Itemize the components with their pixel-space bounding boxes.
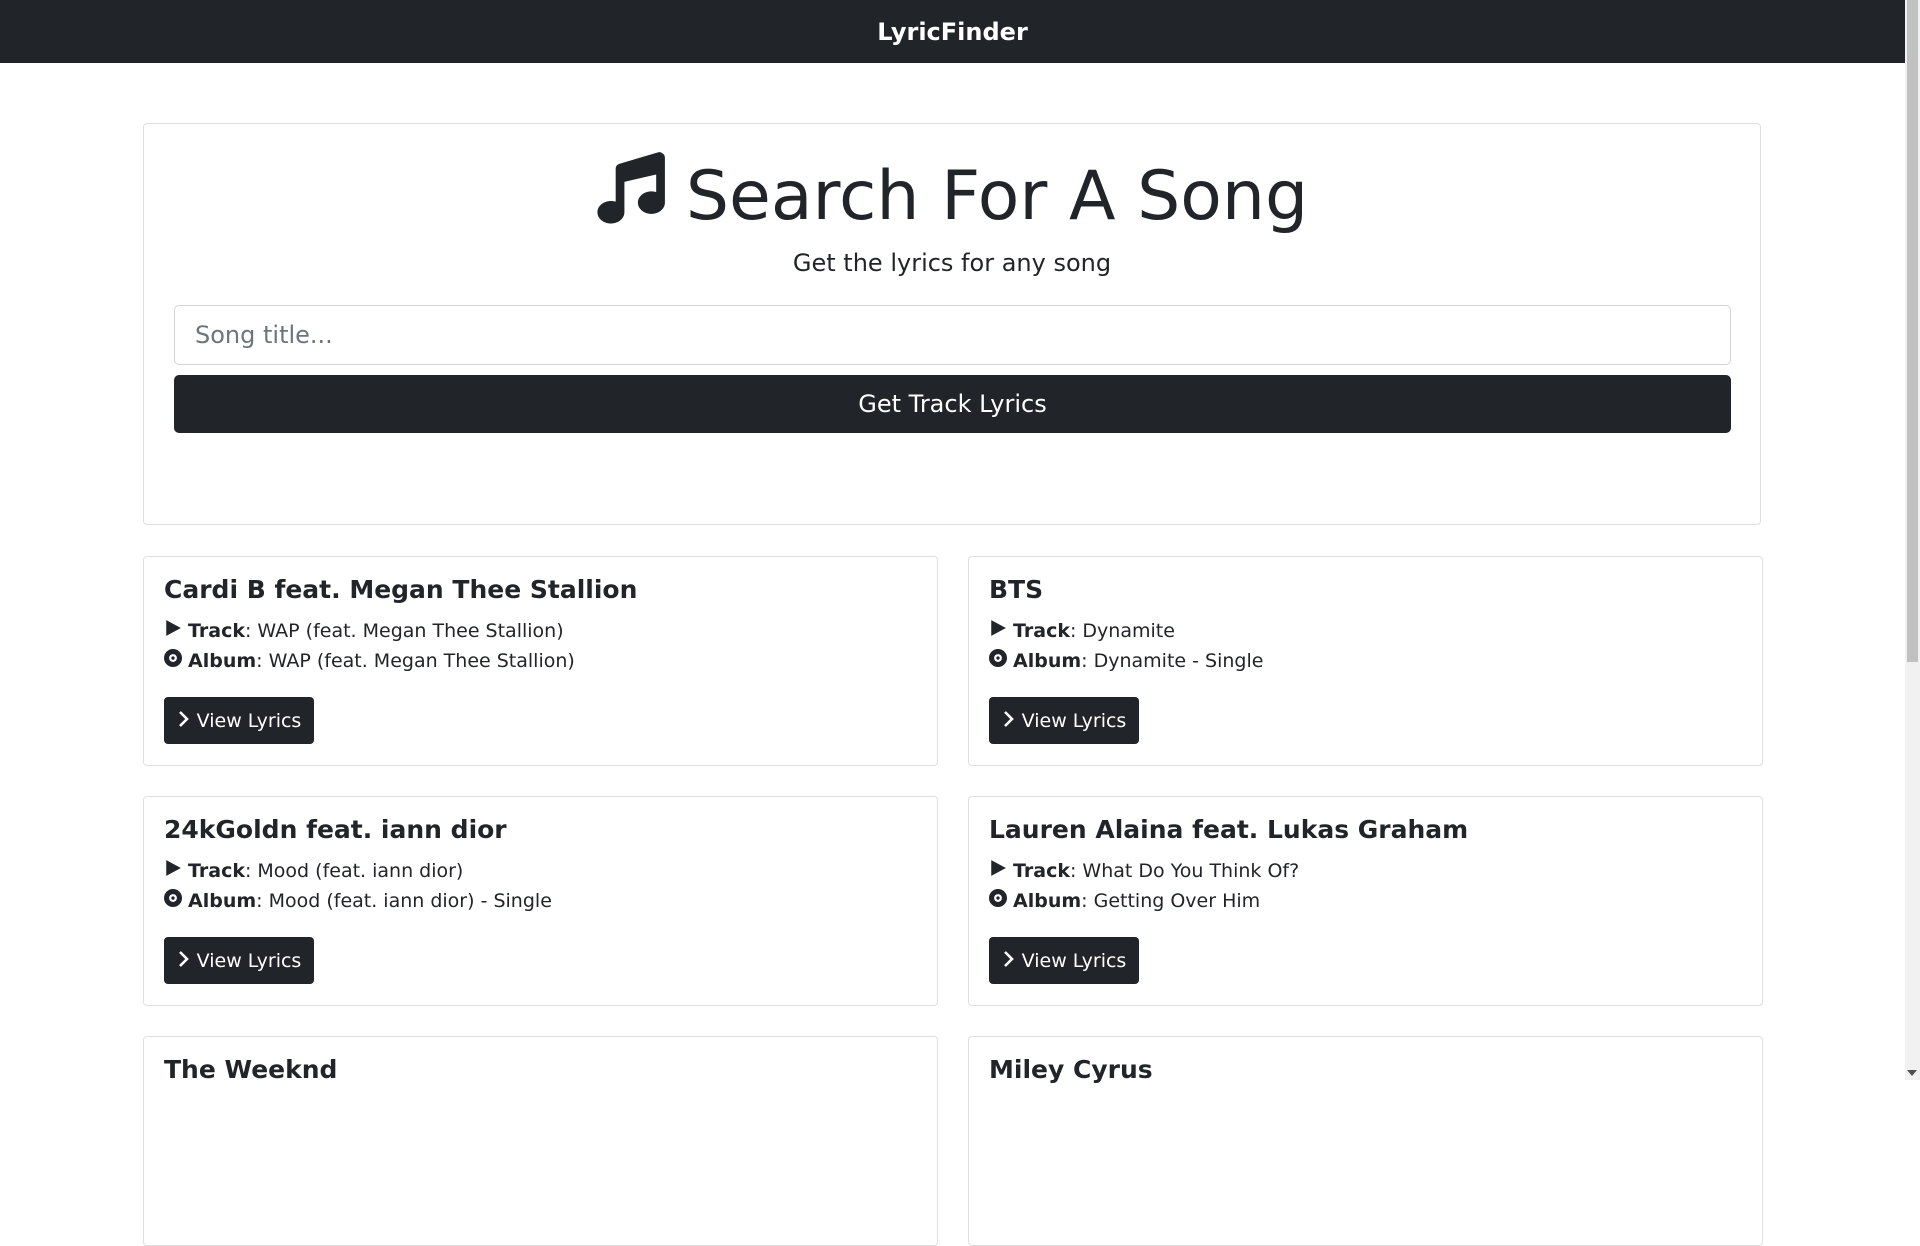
record-icon [989,649,1007,672]
track-row: Track: WAP (feat. Megan Thee Stallion) [164,619,564,642]
play-icon [164,859,182,882]
get-track-lyrics-button[interactable]: Get Track Lyrics [174,375,1731,433]
track-card: The Weeknd [143,1036,938,1246]
artist-name: Cardi B feat. Megan Thee Stallion [164,575,638,604]
track-label: Track [188,859,245,882]
track-name: : WAP (feat. Megan Thee Stallion) [244,619,564,642]
album-name: : Getting Over Him [1081,889,1261,912]
track-name: : What Do You Think Of? [1069,859,1300,882]
chevron-right-icon [1002,710,1016,732]
track-row: Track: Mood (feat. iann dior) [164,859,463,882]
album-label: Album [1013,889,1082,912]
track-row: Track: Dynamite [989,619,1175,642]
view-lyrics-label: View Lyrics [1021,709,1127,732]
record-icon [164,889,182,912]
track-name: : Dynamite [1069,619,1175,642]
page-title-text: Search For A Song [685,156,1309,236]
search-card: Search For A Song Get the lyrics for any… [143,123,1761,525]
artist-name: 24kGoldn feat. iann dior [164,815,507,844]
page-title: Search For A Song [144,151,1760,236]
track-name: : Mood (feat. iann dior) [244,859,464,882]
album-row: Album: Getting Over Him [989,889,1260,912]
scroll-down-icon[interactable] [1907,1070,1917,1076]
scrollbar-thumb[interactable] [1907,0,1918,662]
chevron-right-icon [1002,950,1016,972]
track-label: Track [1013,859,1070,882]
track-card: BTS Track: Dynamite Album: Dynamite - Si… [968,556,1763,766]
album-row: Album: Mood (feat. iann dior) - Single [164,889,552,912]
view-lyrics-label: View Lyrics [196,709,302,732]
track-card: Cardi B feat. Megan Thee Stallion Track:… [143,556,938,766]
view-lyrics-button[interactable]: View Lyrics [164,697,314,744]
view-lyrics-button[interactable]: View Lyrics [989,697,1139,744]
track-card: Lauren Alaina feat. Lukas Graham Track: … [968,796,1763,1006]
track-label: Track [1013,619,1070,642]
track-row: Track: What Do You Think Of? [989,859,1299,882]
album-name: : Dynamite - Single [1081,649,1264,672]
view-lyrics-button[interactable]: View Lyrics [989,937,1139,984]
artist-name: BTS [989,575,1044,604]
record-icon [989,889,1007,912]
view-lyrics-label: View Lyrics [1021,949,1127,972]
scrollbar[interactable] [1905,0,1920,1080]
navbar: LyricFinder [0,0,1905,63]
album-name: : Mood (feat. iann dior) - Single [256,889,552,912]
track-label: Track [188,619,245,642]
play-icon [989,859,1007,882]
album-label: Album [1013,649,1082,672]
play-icon [989,619,1007,642]
artist-name: Lauren Alaina feat. Lukas Graham [989,815,1469,844]
page-subtitle: Get the lyrics for any song [792,249,1112,277]
record-icon [164,649,182,672]
album-row: Album: Dynamite - Single [989,649,1263,672]
track-card: 24kGoldn feat. iann dior Track: Mood (fe… [143,796,938,1006]
track-card: Miley Cyrus [968,1036,1763,1246]
chevron-right-icon [177,710,191,732]
view-lyrics-label: View Lyrics [196,949,302,972]
song-title-input[interactable] [174,305,1731,365]
chevron-right-icon [177,950,191,972]
album-name: : WAP (feat. Megan Thee Stallion) [256,649,575,672]
music-note-icon [596,151,668,241]
album-label: Album [188,889,257,912]
brand-logo-text[interactable]: LyricFinder [877,18,1028,46]
play-icon [164,619,182,642]
album-row: Album: WAP (feat. Megan Thee Stallion) [164,649,575,672]
view-lyrics-button[interactable]: View Lyrics [164,937,314,984]
album-label: Album [188,649,257,672]
